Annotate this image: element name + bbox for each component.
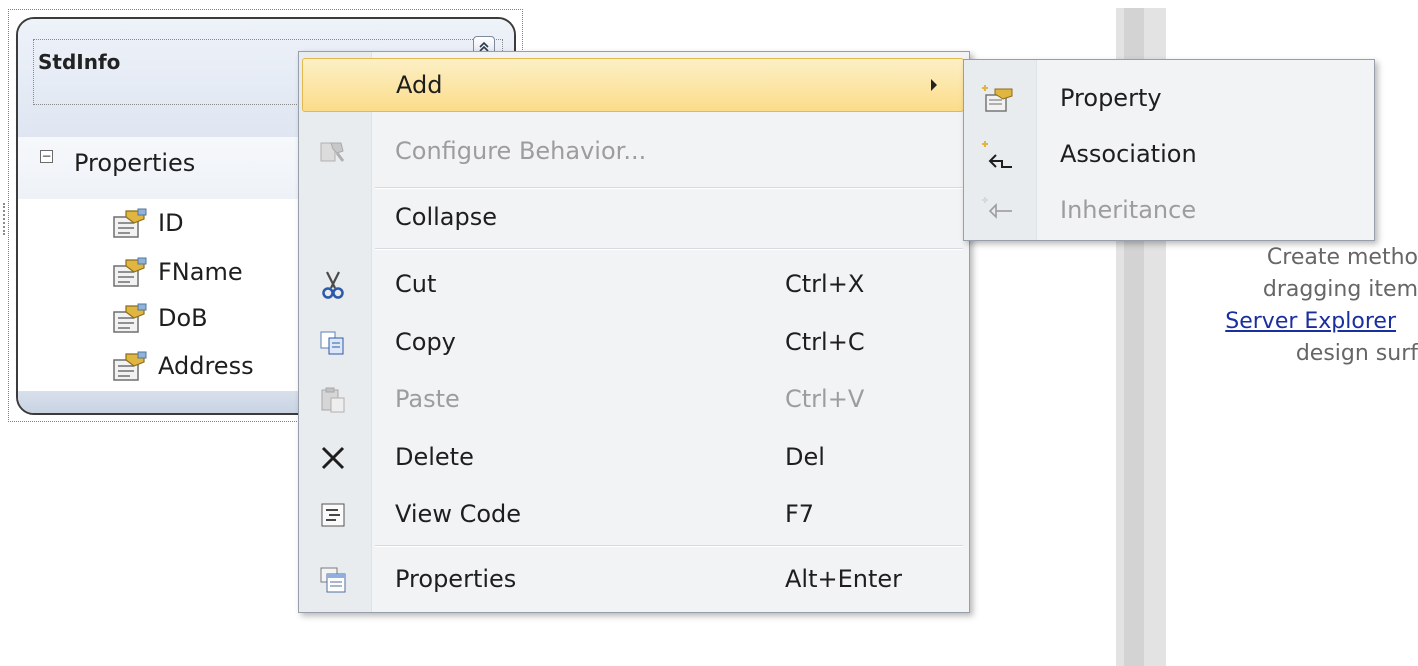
entity-property-row[interactable]: Address — [110, 346, 254, 386]
resize-handle[interactable] — [3, 203, 11, 235]
menu-item-paste[interactable]: Paste Ctrl+V — [299, 372, 969, 428]
menu-item-label: Cut — [395, 270, 437, 298]
menu-separator — [375, 187, 963, 189]
menu-item-label: View Code — [395, 500, 522, 528]
designer-help-text: Create metho dragging item Server Explor… — [1158, 242, 1418, 370]
help-line-2: dragging item — [1262, 277, 1418, 302]
submenu-item-label: Property — [1060, 84, 1162, 112]
menu-item-shortcut: F7 — [785, 500, 815, 528]
menu-item-label: Collapse — [395, 203, 497, 231]
menu-item-copy[interactable]: Copy Ctrl+C — [299, 315, 969, 371]
menu-item-label: Copy — [395, 328, 456, 356]
help-line-4: design surf — [1295, 341, 1418, 366]
menu-item-add[interactable]: Add — [302, 58, 964, 112]
submenu-item-label: Association — [1060, 140, 1197, 168]
copy-icon — [317, 327, 349, 359]
entity-title[interactable]: StdInfo — [38, 50, 120, 74]
menu-item-shortcut: Ctrl+C — [785, 328, 865, 356]
property-label-dob: DoB — [158, 304, 208, 332]
property-icon — [113, 208, 147, 238]
properties-window-icon — [317, 564, 349, 596]
menu-item-properties[interactable]: Properties Alt+Enter — [299, 552, 969, 608]
delete-x-icon — [317, 442, 349, 474]
submenu-item-property[interactable]: Property — [964, 72, 1374, 128]
menu-item-collapse[interactable]: Collapse — [299, 190, 969, 246]
menu-item-label: Add — [396, 71, 443, 99]
server-explorer-link[interactable]: Server Explorer — [1225, 309, 1396, 334]
view-code-icon — [317, 499, 349, 531]
menu-item-shortcut: Ctrl+X — [785, 270, 865, 298]
menu-item-shortcut: Alt+Enter — [785, 565, 903, 593]
add-inheritance-icon — [982, 194, 1016, 228]
property-label-id: ID — [158, 209, 184, 237]
paste-icon — [317, 384, 349, 416]
menu-item-label: Paste — [395, 385, 460, 413]
property-icon — [113, 351, 147, 381]
property-icon — [113, 257, 147, 287]
add-submenu: Property Association Inheritance — [963, 59, 1375, 241]
menu-separator — [375, 248, 963, 250]
menu-item-shortcut: Ctrl+V — [785, 385, 865, 413]
entity-property-row[interactable]: ID — [110, 203, 184, 243]
context-menu: Add Configure Behavior... Collapse Cut C… — [298, 51, 970, 613]
property-label-address: Address — [158, 352, 254, 380]
menu-item-configure-behavior[interactable]: Configure Behavior... — [299, 124, 969, 180]
help-line-1: Create metho — [1266, 245, 1418, 270]
entity-property-row[interactable]: DoB — [110, 298, 208, 338]
add-association-icon — [982, 138, 1016, 172]
properties-section-label: Properties — [74, 149, 196, 177]
collapse-section-toggle[interactable]: − — [40, 150, 53, 163]
property-label-fname: FName — [158, 258, 243, 286]
menu-item-cut[interactable]: Cut Ctrl+X — [299, 257, 969, 313]
menu-item-delete[interactable]: Delete Del — [299, 430, 969, 486]
add-property-icon — [982, 82, 1016, 116]
configure-behavior-icon — [317, 136, 349, 168]
menu-item-view-code[interactable]: View Code F7 — [299, 487, 969, 543]
submenu-arrow-icon — [931, 79, 937, 91]
menu-item-shortcut: Del — [785, 443, 825, 471]
submenu-item-inheritance[interactable]: Inheritance — [964, 184, 1374, 240]
submenu-item-association[interactable]: Association — [964, 128, 1374, 184]
menu-item-label: Configure Behavior... — [395, 137, 647, 165]
submenu-item-label: Inheritance — [1060, 196, 1197, 224]
entity-property-row[interactable]: FName — [110, 252, 243, 292]
scissors-icon — [317, 269, 349, 301]
property-icon — [113, 303, 147, 333]
menu-separator — [375, 545, 963, 547]
menu-item-label: Delete — [395, 443, 474, 471]
menu-item-label: Properties — [395, 565, 517, 593]
